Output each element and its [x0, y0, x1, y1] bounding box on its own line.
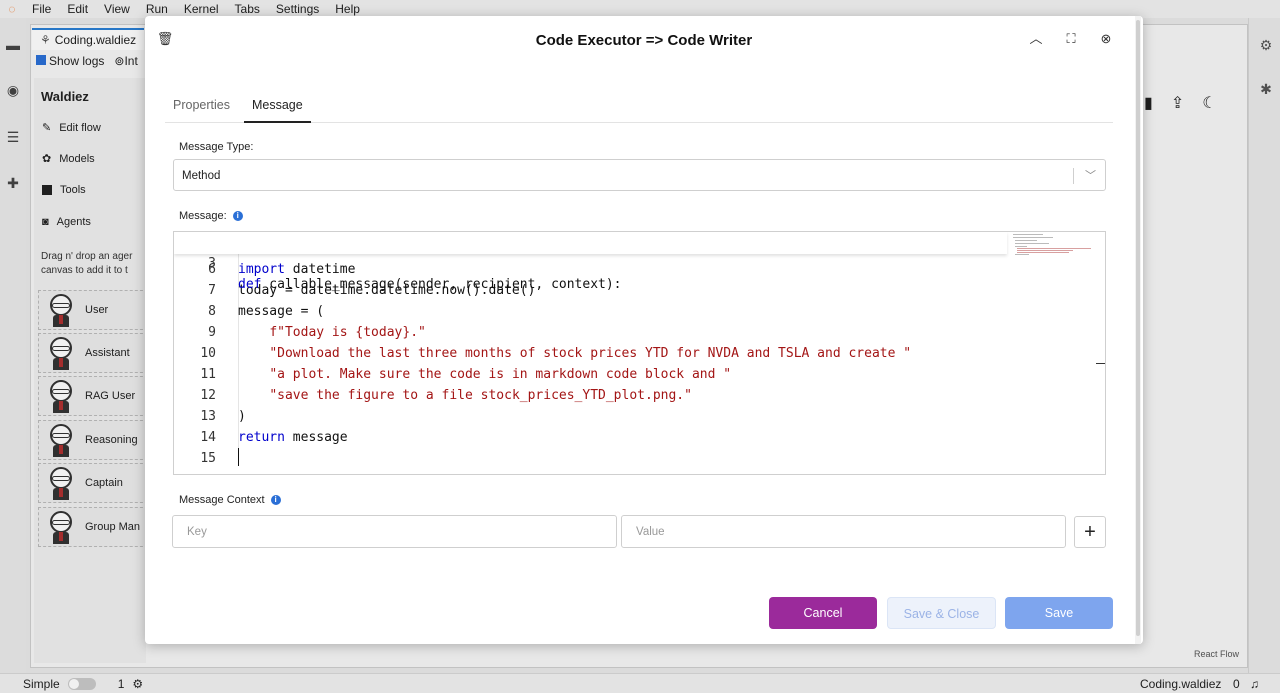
modal-scrollbar[interactable] [1135, 16, 1141, 644]
tab-properties[interactable]: Properties [165, 92, 238, 123]
message-context-label-row: Message Context i [179, 494, 281, 506]
line-number: 14 [200, 430, 216, 445]
edge-editor-modal: 🗑 Code Executor => Code Writer ︿ ⛶ ⊗ Pro… [145, 16, 1143, 644]
code-text: def callable_message(sender, recipient, … [238, 277, 622, 292]
message-label-row: Message: i [179, 210, 243, 222]
code-line[interactable]: 11 "a plot. Make sure the code is in mar… [174, 364, 1007, 385]
modal-title: Code Executor => Code Writer [535, 32, 753, 49]
text-cursor [238, 448, 239, 466]
code-text: "Download the last three months of stock… [269, 346, 912, 361]
code-text: message = ( [238, 304, 325, 319]
line-number: 3 [208, 256, 216, 271]
message-label: Message: [179, 210, 227, 222]
cancel-button[interactable]: Cancel [769, 597, 877, 629]
info-icon[interactable]: i [232, 211, 243, 221]
message-context-label: Message Context [179, 494, 265, 506]
save-close-button[interactable]: Save & Close [887, 597, 996, 629]
select-separator [1073, 168, 1074, 184]
code-line[interactable]: 14 return message [174, 427, 1007, 448]
message-type-select[interactable]: Method ﹀ [173, 159, 1106, 191]
tab-message[interactable]: Message [243, 92, 311, 123]
line-number: 13 [200, 409, 216, 424]
code-minimap[interactable] [1009, 232, 1093, 474]
line-number: 12 [200, 388, 216, 403]
code-text: "a plot. Make sure the code is in markdo… [269, 367, 732, 382]
modal-tabs: Properties Message [165, 92, 1113, 123]
code-line[interactable]: 9 f"Today is {today}." [174, 322, 1007, 343]
add-context-button[interactable]: + [1074, 516, 1106, 548]
code-text: f"Today is {today}." [269, 325, 426, 340]
scrollbar-marker[interactable] [1096, 363, 1105, 364]
line-number: 10 [200, 346, 216, 361]
context-key-input[interactable]: Key [172, 515, 617, 548]
save-button[interactable]: Save [1005, 597, 1113, 629]
close-icon[interactable]: ⊗ [1097, 30, 1115, 48]
sticky-scroll-header[interactable]: 3 def callable_message(sender, recipient… [174, 232, 1007, 292]
code-line[interactable]: 10 "Download the last three months of st… [174, 343, 1007, 364]
modal-header: 🗑 Code Executor => Code Writer ︿ ⛶ ⊗ [145, 16, 1143, 64]
code-editor[interactable]: 6 import datetime 7 today = datetime.dateti… [173, 231, 1106, 475]
code-text: "save the figure to a file stock_prices_… [269, 388, 692, 403]
chevron-up-icon[interactable]: ︿ [1027, 30, 1045, 48]
code-text: ) [238, 409, 246, 424]
line-number: 9 [208, 325, 216, 340]
chevron-down-icon: ﹀ [1085, 170, 1096, 182]
code-line[interactable]: 8 message = ( [174, 301, 1007, 322]
code-text: return message [238, 430, 348, 445]
line-number: 15 [200, 451, 216, 466]
fullscreen-icon[interactable]: ⛶ [1062, 30, 1080, 48]
code-line[interactable]: 13) [174, 406, 1007, 427]
code-line[interactable]: 15 [174, 448, 1007, 469]
message-type-label: Message Type: [179, 141, 254, 153]
message-type-value: Method [182, 170, 221, 182]
code-line[interactable]: 12 "save the figure to a file stock_pric… [174, 385, 1007, 406]
info-icon[interactable]: i [270, 495, 281, 505]
context-value-input[interactable]: Value [621, 515, 1066, 548]
line-number: 11 [200, 367, 216, 382]
